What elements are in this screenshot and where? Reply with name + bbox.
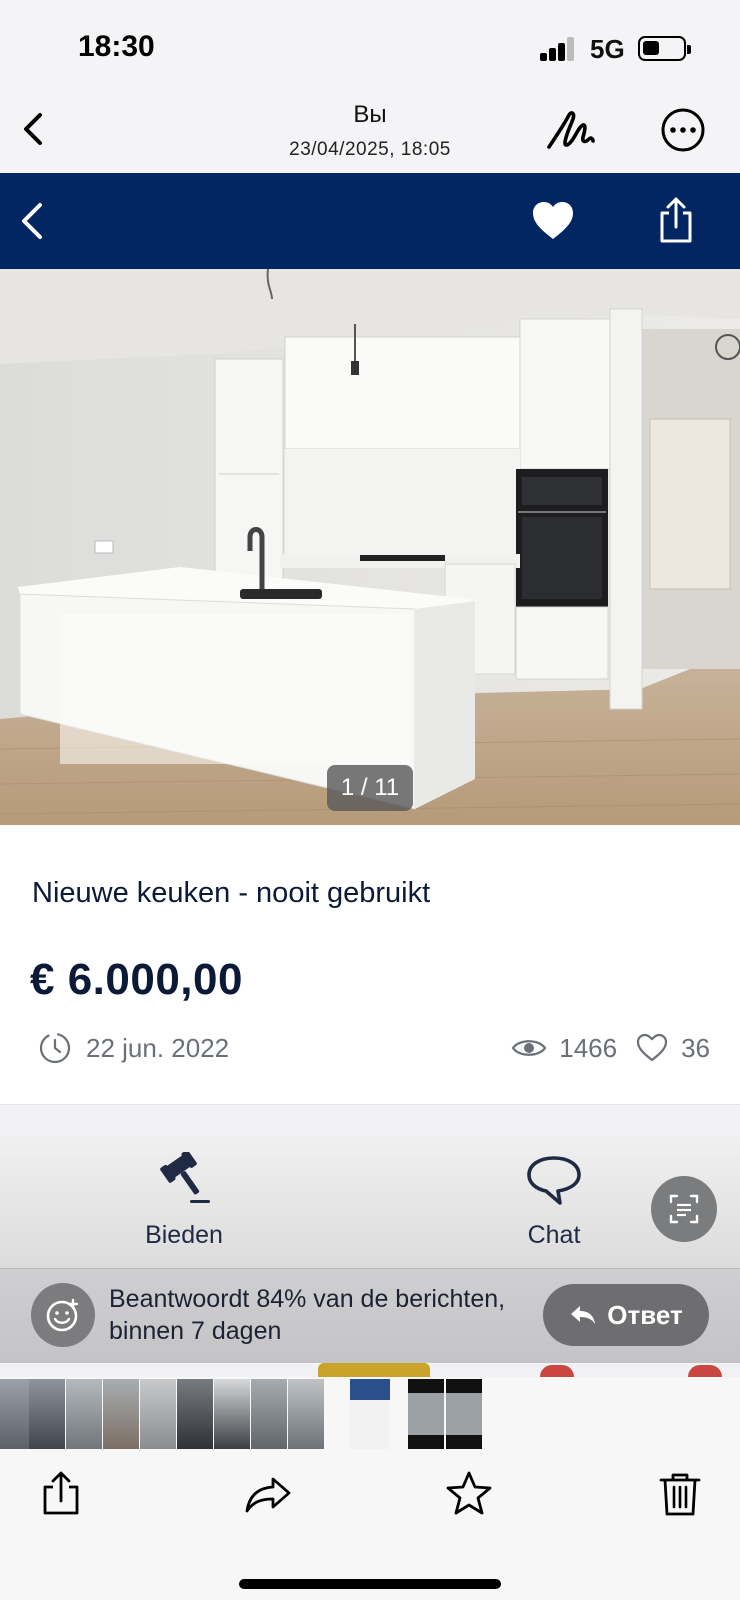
home-indicator [239,1579,501,1589]
listing-date-text: 22 jun. 2022 [86,1032,230,1063]
likes-count: 36 [681,1032,710,1063]
response-line-2: binnen 7 dagen [109,1317,282,1345]
thumbnail[interactable] [350,1379,390,1449]
forward-icon[interactable] [243,1469,293,1519]
photo-counter: 1 / 11 [327,765,413,811]
more-icon[interactable] [660,107,706,153]
app-nav-bar [0,173,740,269]
gavel-icon [160,1150,210,1203]
share-icon[interactable] [656,195,696,245]
chat-label: Chat [527,1221,581,1249]
smiley-icon [46,1298,79,1332]
listing-photo[interactable]: 1 / 11 [0,269,740,825]
status-time: 18:30 [78,30,155,63]
action-bar: Bieden Chat [0,1136,740,1268]
response-rate-text: Beantwoordt 84% van de berichten, binnen… [109,1283,505,1347]
listing-price: € 6.000,00 [30,955,243,1004]
trash-icon[interactable] [655,1469,705,1519]
thumbnail[interactable] [66,1379,102,1449]
smiley-button[interactable] [31,1283,95,1347]
thumbnail-strip [0,1377,740,1451]
thumbnail[interactable] [177,1379,213,1449]
thumbnail[interactable] [446,1379,482,1449]
response-line-1: Beantwoordt 84% van de berichten, [109,1285,506,1313]
network-type: 5G [590,34,625,64]
eye-icon [511,1040,547,1056]
thumbnail[interactable] [103,1379,139,1449]
heart-icon[interactable] [530,199,576,243]
badge-peek [540,1365,574,1377]
reply-label: Ответ [607,1299,683,1330]
thumbnail[interactable] [140,1379,176,1449]
listing-info: Nieuwe keuken - nooit gebruikt € 6.000,0… [0,825,740,1105]
listing-title: Nieuwe keuken - nooit gebruikt [32,877,431,909]
thumbnail[interactable] [214,1379,250,1449]
reply-button[interactable]: Ответ [543,1284,709,1346]
thumbnail[interactable] [408,1379,444,1449]
listing-stats: 1466 36 [511,1030,710,1066]
badge-peek [688,1365,722,1377]
listing-date: 22 jun. 2022 [38,1030,229,1066]
status-bar: 18:30 5G [0,0,740,95]
battery-icon [638,36,691,61]
viewer-sender: Вы [353,101,387,128]
views-count: 1466 [559,1032,618,1063]
thumbnail[interactable] [29,1379,65,1449]
markup-icon[interactable] [543,105,599,155]
heart-outline-icon[interactable] [635,1033,669,1063]
thumbnail[interactable] [288,1379,324,1449]
star-icon[interactable] [444,1469,494,1519]
bid-button[interactable]: Bieden [114,1150,254,1250]
clock-icon [39,1032,71,1064]
response-rate-bar: Beantwoordt 84% van de berichten, binnen… [0,1268,740,1363]
reply-arrow-icon [571,1306,596,1324]
chevron-left-icon[interactable] [14,197,54,245]
thumbnail[interactable] [251,1379,287,1449]
badge-peek [318,1363,430,1377]
share-icon[interactable] [36,1469,86,1519]
scan-text-button[interactable] [651,1176,717,1242]
chat-button[interactable]: Chat [484,1152,624,1250]
signal-icon [540,37,576,61]
scan-text-icon [669,1194,699,1224]
viewer-header: Вы 23/04/2025, 18:05 [0,95,740,173]
bid-label: Bieden [145,1221,223,1249]
chat-bubble-icon [527,1156,581,1205]
bottom-toolbar [0,1451,740,1600]
viewer-date: 23/04/2025, 18:05 [289,139,451,160]
kitchen-image [0,269,740,825]
